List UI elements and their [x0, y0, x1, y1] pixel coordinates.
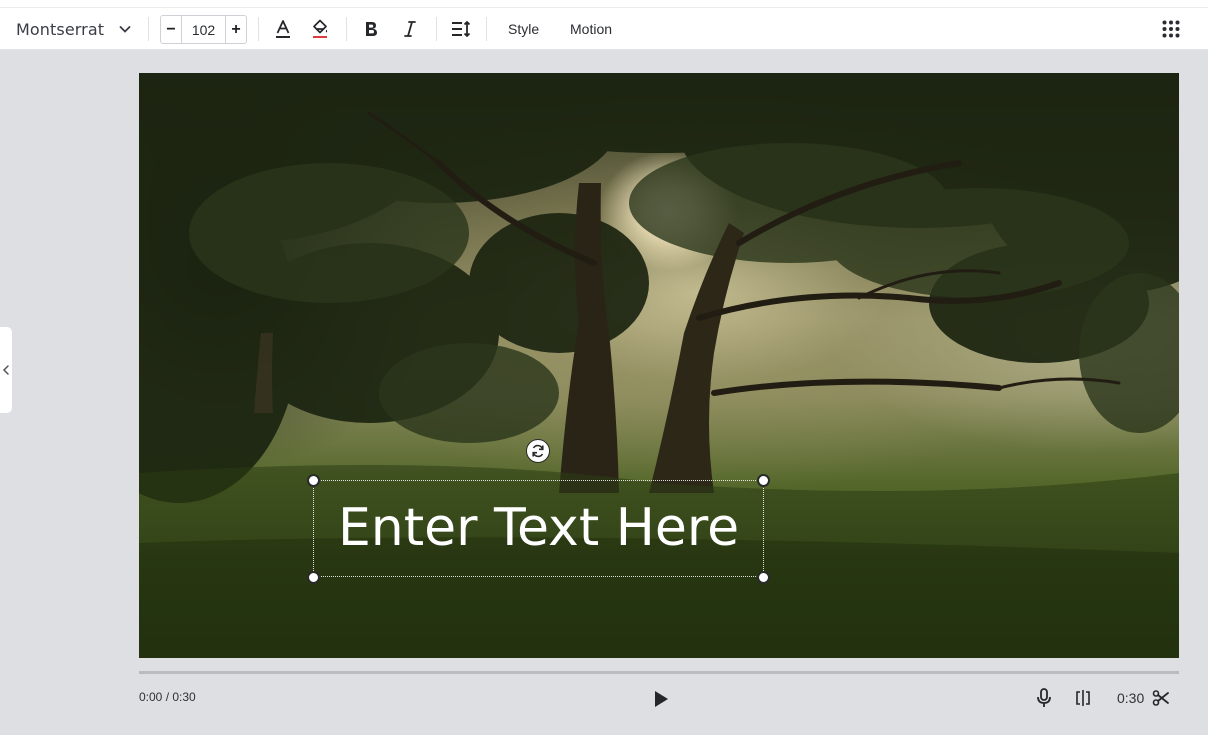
microphone-icon[interactable] [1033, 687, 1055, 709]
rotate-handle-icon[interactable] [526, 439, 550, 463]
timeline-scrubber[interactable] [139, 671, 1179, 674]
motion-button[interactable]: Motion [570, 21, 612, 37]
video-canvas[interactable]: Enter Text Here [139, 73, 1179, 658]
chevron-left-icon [2, 365, 9, 375]
line-spacing-icon[interactable] [450, 18, 472, 40]
font-family-dropdown[interactable]: Montserrat [8, 14, 136, 44]
split-icon[interactable] [1072, 687, 1094, 709]
font-size-value[interactable]: 102 [181, 16, 226, 43]
sidebar-collapse-tab[interactable] [0, 327, 12, 413]
toolbar-divider [486, 17, 487, 41]
text-color-icon[interactable] [272, 18, 294, 40]
scissors-icon[interactable] [1150, 687, 1172, 709]
grid-menu-icon[interactable] [1160, 18, 1182, 40]
chevron-down-icon [118, 22, 132, 36]
font-size-stepper[interactable]: − 102 + [160, 15, 247, 44]
bold-icon[interactable] [360, 18, 382, 40]
duration-display[interactable]: 0:30 [1117, 690, 1144, 706]
resize-handle-top-right[interactable] [757, 474, 770, 487]
font-family-value: Montserrat [16, 19, 105, 39]
top-strip [0, 0, 1208, 8]
toolbar-divider [346, 17, 347, 41]
decrease-size-button[interactable]: − [161, 16, 181, 43]
style-button[interactable]: Style [508, 21, 539, 37]
toolbar-divider [436, 17, 437, 41]
toolbar: Montserrat − 102 + Style Motion [0, 8, 1208, 50]
play-icon[interactable] [650, 688, 672, 710]
toolbar-divider [148, 17, 149, 41]
canvas-text-element[interactable]: Enter Text Here [313, 495, 764, 561]
resize-handle-top-left[interactable] [307, 474, 320, 487]
resize-handle-bottom-right[interactable] [757, 571, 770, 584]
toolbar-divider [258, 17, 259, 41]
fill-color-icon[interactable] [309, 18, 331, 40]
resize-handle-bottom-left[interactable] [307, 571, 320, 584]
current-time-display: 0:00 / 0:30 [139, 690, 196, 704]
increase-size-button[interactable]: + [226, 16, 246, 43]
italic-icon[interactable] [399, 18, 421, 40]
